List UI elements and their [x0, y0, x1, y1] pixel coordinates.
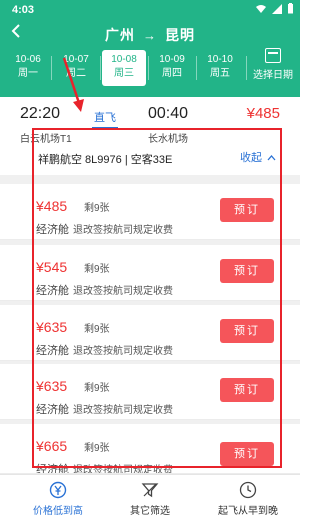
fare-price: ¥635	[36, 378, 68, 394]
cabin-class: 经济舱	[36, 464, 69, 474]
status-icons	[255, 3, 294, 17]
date-divider	[148, 56, 149, 80]
weekday-label: 周一	[18, 68, 38, 79]
book-button[interactable]: 预订	[220, 442, 274, 466]
seats-left: 剩9张	[84, 264, 110, 275]
date-label: 10-06	[15, 54, 41, 65]
origin-city: 广州	[105, 27, 135, 43]
weekday-label: 周三	[114, 68, 134, 79]
date-tab[interactable]: 10-10 周五	[198, 50, 242, 86]
flight-summary[interactable]: 22:20 直飞 00:40 ¥485 白云机场T1 长水机场 祥鹏航空 8L9…	[0, 97, 300, 175]
calendar-icon	[265, 48, 281, 63]
sort-price-button[interactable]: 价格低到高	[8, 479, 108, 517]
date-tab[interactable]: 10-07 周二	[54, 50, 98, 86]
cabin-class: 经济舱	[36, 224, 69, 236]
nav-label: 其它筛选	[130, 506, 170, 517]
nav-label: 价格低到高	[33, 506, 83, 517]
cabin-class: 经济舱	[36, 345, 69, 357]
weekday-label: 周二	[66, 68, 86, 79]
refund-rule: 退改签按航司规定收费	[73, 405, 173, 416]
fare-price: ¥635	[36, 319, 68, 335]
lowest-price: ¥485	[246, 105, 280, 122]
weekday-label: 周四	[162, 68, 182, 79]
wifi-icon	[255, 4, 267, 17]
seats-left: 剩9张	[84, 203, 110, 214]
seats-left: 剩9张	[84, 324, 110, 335]
cabin-class: 经济舱	[36, 404, 69, 416]
book-button[interactable]: 预订	[220, 319, 274, 343]
date-tab[interactable]: 10-09 周四	[150, 50, 194, 86]
arrival-time: 00:40	[148, 105, 189, 122]
fare-row: ¥545 剩9张 经济舱 退改签按航司规定收费 预订	[0, 245, 300, 301]
fare-row: ¥635 剩9张 经济舱 退改签按航司规定收费 预订	[0, 364, 300, 420]
book-button[interactable]: 预订	[220, 378, 274, 402]
date-label: 10-07	[63, 54, 89, 65]
date-divider	[246, 56, 247, 80]
flight-info: 祥鹏航空 8L9976 | 空客33E	[38, 154, 173, 166]
route-title: 广州 → 昆明	[0, 25, 300, 45]
route-arrow: →	[143, 28, 157, 43]
chevron-up-icon	[267, 155, 276, 161]
refund-rule: 退改签按航司规定收费	[73, 346, 173, 357]
yen-sort-icon	[49, 481, 67, 499]
date-divider	[196, 56, 197, 80]
fare-price: ¥665	[36, 438, 68, 454]
arrival-airport: 长水机场	[148, 134, 188, 145]
date-label: 10-08	[111, 54, 137, 65]
collapse-label: 收起	[240, 152, 262, 164]
book-button[interactable]: 预订	[220, 198, 274, 222]
direct-flight-tag: 直飞	[92, 109, 118, 128]
cabin-class: 经济舱	[36, 285, 69, 297]
fare-price: ¥485	[36, 198, 68, 214]
clock-icon	[239, 481, 257, 499]
date-label: 10-10	[207, 54, 233, 65]
date-label: 10-09	[159, 54, 185, 65]
seats-left: 剩9张	[84, 443, 110, 454]
fare-row: ¥485 剩9张 经济舱 退改签按航司规定收费 预订	[0, 184, 300, 240]
refund-rule: 退改签按航司规定收费	[73, 465, 173, 474]
filter-icon	[141, 483, 159, 498]
date-divider	[51, 56, 52, 80]
nav-label: 起飞从早到晚	[218, 506, 278, 517]
departure-airport: 白云机场T1	[20, 134, 72, 145]
bottom-nav: 价格低到高 其它筛选 起飞从早到晚	[0, 474, 300, 526]
refund-rule: 退改签按航司规定收费	[73, 225, 173, 236]
collapse-button[interactable]: 收起	[240, 149, 276, 165]
book-button[interactable]: 预订	[220, 259, 274, 283]
status-time: 4:03	[12, 4, 35, 16]
select-date-label: 选择日期	[253, 70, 293, 81]
departure-time: 22:20	[20, 105, 61, 122]
weekday-label: 周五	[210, 68, 230, 79]
other-filter-button[interactable]: 其它筛选	[100, 479, 200, 517]
date-tab[interactable]: 10-06 周一	[6, 50, 50, 86]
date-strip: 10-06 周一 10-07 周二 10-08 周三 10-09 周四 10-1…	[0, 48, 300, 88]
battery-icon	[287, 3, 294, 17]
date-tab-selected[interactable]: 10-08 周三	[102, 50, 146, 86]
fare-row: ¥665 剩9张 经济舱 退改签按航司规定收费 预订	[0, 424, 300, 474]
fare-price: ¥545	[36, 259, 68, 275]
sort-departure-button[interactable]: 起飞从早到晚	[198, 479, 298, 517]
refund-rule: 退改签按航司规定收费	[73, 286, 173, 297]
signal-icon	[272, 3, 282, 17]
status-bar: 4:03	[0, 0, 300, 20]
fare-row: ¥635 剩9张 经济舱 退改签按航司规定收费 预订	[0, 305, 300, 361]
destination-city: 昆明	[165, 27, 195, 43]
date-divider	[100, 56, 101, 80]
select-date-button[interactable]: 选择日期	[248, 44, 298, 88]
seats-left: 剩9张	[84, 383, 110, 394]
